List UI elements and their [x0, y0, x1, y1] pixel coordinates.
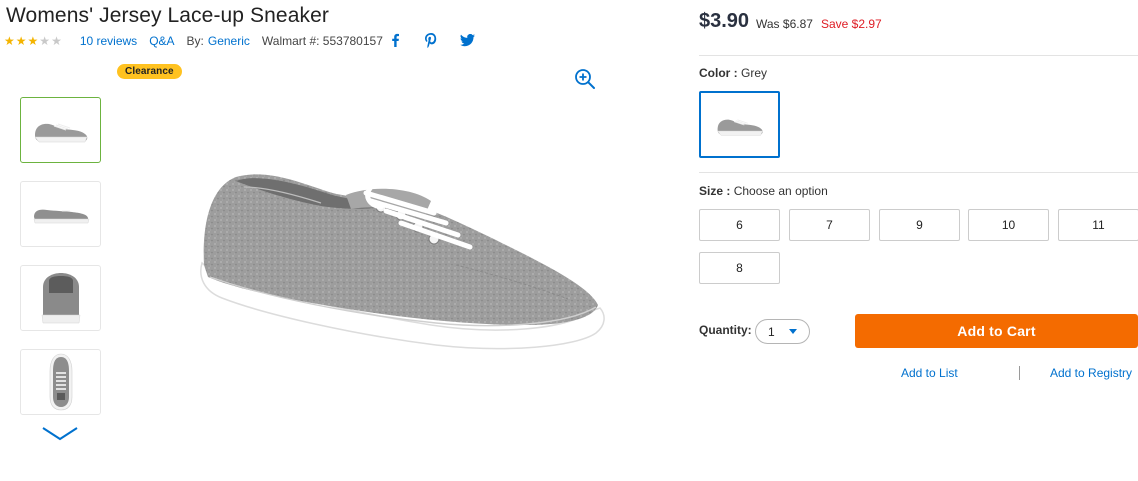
- size-row: Size : Choose an option: [699, 184, 828, 198]
- add-to-registry-link[interactable]: Add to Registry: [1050, 366, 1132, 380]
- chevron-down-icon[interactable]: [40, 425, 80, 445]
- link-separator: [1019, 366, 1020, 380]
- caret-down-icon: [789, 329, 797, 334]
- thumbnail-side-view[interactable]: [20, 97, 101, 163]
- quantity-select[interactable]: 1: [755, 319, 810, 344]
- shoe-side-thumbnail: [33, 123, 87, 143]
- size-option-7[interactable]: 7: [789, 209, 870, 241]
- shoe-profile-thumbnail: [33, 209, 89, 224]
- size-label: Size :: [699, 184, 731, 198]
- twitter-icon[interactable]: [458, 31, 476, 49]
- pinterest-icon[interactable]: [422, 31, 440, 49]
- product-main-image: [200, 174, 605, 350]
- zoom-in-icon[interactable]: [574, 68, 596, 90]
- star-icon: ★: [39, 34, 51, 48]
- size-option-8[interactable]: 8: [699, 252, 780, 284]
- brand-prefix: By:: [186, 34, 204, 48]
- divider: [699, 55, 1138, 56]
- brand-link[interactable]: Generic: [208, 34, 250, 48]
- size-prompt: Choose an option: [733, 184, 828, 198]
- color-row: Color : Grey: [699, 66, 767, 80]
- thumbnail-profile-view[interactable]: [20, 181, 101, 247]
- size-option-10[interactable]: 10: [968, 209, 1049, 241]
- size-option-11[interactable]: 11: [1058, 209, 1138, 241]
- star-rating[interactable]: ★ ★ ★ ★ ★: [4, 35, 62, 47]
- color-swatch-grey[interactable]: [699, 91, 780, 158]
- size-option-9[interactable]: 9: [879, 209, 960, 241]
- shoe-side-thumbnail: [716, 118, 763, 136]
- walmart-number: Walmart #: 553780157: [261, 34, 383, 48]
- facebook-icon[interactable]: [386, 31, 404, 49]
- qa-link[interactable]: Q&A: [149, 34, 174, 48]
- thumbnail-rear-view[interactable]: [20, 265, 101, 331]
- shoe-top-thumbnail: [49, 353, 72, 411]
- divider: [699, 172, 1138, 173]
- was-price: Was $6.87: [756, 17, 813, 31]
- star-icon: ★: [27, 34, 39, 48]
- clearance-badge: Clearance: [117, 64, 182, 79]
- star-icon: ★: [15, 34, 27, 48]
- reviews-link[interactable]: 10 reviews: [80, 34, 137, 48]
- shoe-rear-thumbnail: [41, 273, 80, 324]
- quantity-label: Quantity:: [699, 323, 752, 337]
- star-icon: ★: [51, 34, 62, 48]
- save-amount: Save $2.97: [821, 17, 882, 31]
- product-meta: ★ ★ ★ ★ ★ 10 reviews Q&A By: Generic Wal…: [4, 33, 383, 49]
- color-label: Color :: [699, 66, 738, 80]
- size-option-6[interactable]: 6: [699, 209, 780, 241]
- color-value: Grey: [741, 66, 768, 80]
- product-title: Womens' Jersey Lace-up Sneaker: [6, 4, 329, 27]
- add-to-cart-button[interactable]: Add to Cart: [855, 314, 1138, 348]
- thumbnail-top-view[interactable]: [20, 349, 101, 415]
- current-price: $3.90: [699, 10, 750, 32]
- quantity-value: 1: [768, 324, 775, 339]
- add-to-list-link[interactable]: Add to List: [901, 366, 958, 380]
- star-icon: ★: [4, 34, 15, 48]
